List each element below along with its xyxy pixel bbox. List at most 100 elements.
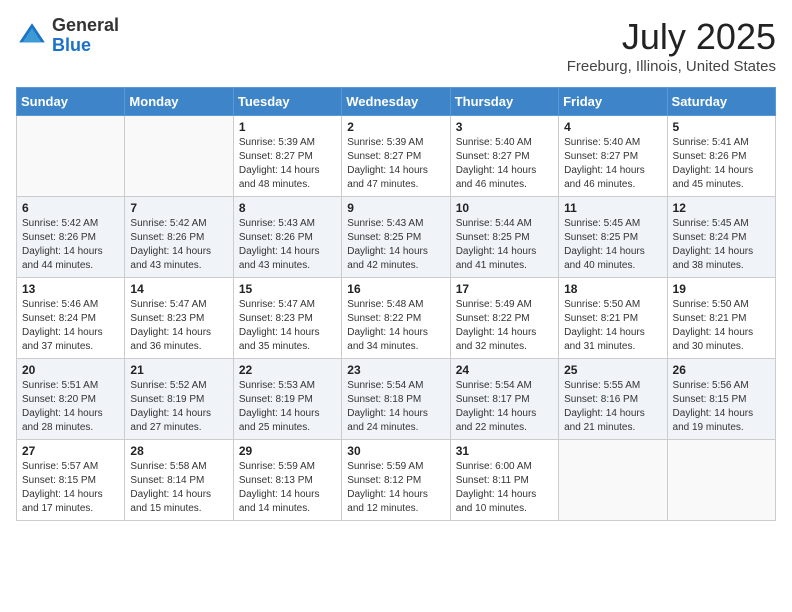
calendar-cell	[559, 440, 667, 521]
logo-text: General Blue	[52, 16, 119, 56]
week-row-5: 27 Sunrise: 5:57 AMSunset: 8:15 PMDayligh…	[17, 440, 776, 521]
day-number: 21	[130, 363, 227, 377]
day-info: Sunrise: 5:56 AMSunset: 8:15 PMDaylight:…	[673, 379, 770, 435]
day-number: 12	[673, 201, 770, 215]
calendar-cell: 2 Sunrise: 5:39 AMSunset: 8:27 PMDaylight…	[342, 116, 450, 197]
title-block: July 2025 Freeburg, Illinois, United Sta…	[567, 16, 776, 75]
weekday-header-tuesday: Tuesday	[233, 88, 341, 116]
calendar-table: SundayMondayTuesdayWednesdayThursdayFrid…	[16, 87, 776, 521]
calendar-cell: 19 Sunrise: 5:50 AMSunset: 8:21 PMDayligh…	[667, 278, 775, 359]
weekday-header-saturday: Saturday	[667, 88, 775, 116]
day-info: Sunrise: 5:46 AMSunset: 8:24 PMDaylight:…	[22, 298, 119, 354]
day-info: Sunrise: 5:40 AMSunset: 8:27 PMDaylight:…	[456, 136, 553, 192]
calendar-cell: 14 Sunrise: 5:47 AMSunset: 8:23 PMDayligh…	[125, 278, 233, 359]
day-info: Sunrise: 5:42 AMSunset: 8:26 PMDaylight:…	[22, 217, 119, 273]
day-info: Sunrise: 5:39 AMSunset: 8:27 PMDaylight:…	[347, 136, 444, 192]
day-info: Sunrise: 5:43 AMSunset: 8:26 PMDaylight:…	[239, 217, 336, 273]
weekday-header-wednesday: Wednesday	[342, 88, 450, 116]
day-number: 8	[239, 201, 336, 215]
day-info: Sunrise: 5:45 AMSunset: 8:24 PMDaylight:…	[673, 217, 770, 273]
location-title: Freeburg, Illinois, United States	[567, 58, 776, 75]
day-number: 16	[347, 282, 444, 296]
day-number: 6	[22, 201, 119, 215]
calendar-cell: 24 Sunrise: 5:54 AMSunset: 8:17 PMDayligh…	[450, 359, 558, 440]
day-info: Sunrise: 5:41 AMSunset: 8:26 PMDaylight:…	[673, 136, 770, 192]
calendar-cell: 22 Sunrise: 5:53 AMSunset: 8:19 PMDayligh…	[233, 359, 341, 440]
calendar-cell	[17, 116, 125, 197]
calendar-cell: 18 Sunrise: 5:50 AMSunset: 8:21 PMDayligh…	[559, 278, 667, 359]
day-number: 2	[347, 120, 444, 134]
calendar-cell: 11 Sunrise: 5:45 AMSunset: 8:25 PMDayligh…	[559, 197, 667, 278]
day-info: Sunrise: 5:50 AMSunset: 8:21 PMDaylight:…	[673, 298, 770, 354]
calendar-cell: 15 Sunrise: 5:47 AMSunset: 8:23 PMDayligh…	[233, 278, 341, 359]
calendar-cell: 1Sunrise: 5:39 AMSunset: 8:27 PMDaylight…	[233, 116, 341, 197]
calendar-cell: 25Sunrise: 5:55 AMSunset: 8:16 PMDayligh…	[559, 359, 667, 440]
day-number: 15	[239, 282, 336, 296]
day-info: Sunrise: 6:00 AMSunset: 8:11 PMDaylight:…	[456, 460, 553, 516]
day-info: Sunrise: 5:47 AMSunset: 8:23 PMDaylight:…	[239, 298, 336, 354]
week-row-3: 13 Sunrise: 5:46 AMSunset: 8:24 PMDayligh…	[17, 278, 776, 359]
day-info: Sunrise: 5:54 AMSunset: 8:18 PMDaylight:…	[347, 379, 444, 435]
day-number: 5	[673, 120, 770, 134]
day-info: Sunrise: 5:53 AMSunset: 8:19 PMDaylight:…	[239, 379, 336, 435]
calendar-cell: 6 Sunrise: 5:42 AMSunset: 8:26 PMDaylight…	[17, 197, 125, 278]
calendar-cell: 17 Sunrise: 5:49 AMSunset: 8:22 PMDayligh…	[450, 278, 558, 359]
day-number: 13	[22, 282, 119, 296]
month-title: July 2025	[567, 16, 776, 58]
logo-blue-text: Blue	[52, 35, 91, 55]
calendar-cell: 7Sunrise: 5:42 AMSunset: 8:26 PMDaylight…	[125, 197, 233, 278]
day-info: Sunrise: 5:45 AMSunset: 8:25 PMDaylight:…	[564, 217, 661, 273]
weekday-header-sunday: Sunday	[17, 88, 125, 116]
weekday-header-monday: Monday	[125, 88, 233, 116]
day-info: Sunrise: 5:51 AMSunset: 8:20 PMDaylight:…	[22, 379, 119, 435]
calendar-cell: 29Sunrise: 5:59 AMSunset: 8:13 PMDayligh…	[233, 440, 341, 521]
weekday-header-friday: Friday	[559, 88, 667, 116]
calendar-cell: 13 Sunrise: 5:46 AMSunset: 8:24 PMDayligh…	[17, 278, 125, 359]
day-number: 19	[673, 282, 770, 296]
day-number: 7	[130, 201, 227, 215]
logo: General Blue	[16, 16, 119, 56]
day-info: Sunrise: 5:43 AMSunset: 8:25 PMDaylight:…	[347, 217, 444, 273]
day-info: Sunrise: 5:57 AMSunset: 8:15 PMDaylight:…	[22, 460, 119, 516]
day-info: Sunrise: 5:49 AMSunset: 8:22 PMDaylight:…	[456, 298, 553, 354]
day-info: Sunrise: 5:48 AMSunset: 8:22 PMDaylight:…	[347, 298, 444, 354]
day-info: Sunrise: 5:47 AMSunset: 8:23 PMDaylight:…	[130, 298, 227, 354]
day-info: Sunrise: 5:40 AMSunset: 8:27 PMDaylight:…	[564, 136, 661, 192]
day-info: Sunrise: 5:54 AMSunset: 8:17 PMDaylight:…	[456, 379, 553, 435]
day-number: 27	[22, 444, 119, 458]
day-info: Sunrise: 5:50 AMSunset: 8:21 PMDaylight:…	[564, 298, 661, 354]
day-number: 4	[564, 120, 661, 134]
week-row-1: 1Sunrise: 5:39 AMSunset: 8:27 PMDaylight…	[17, 116, 776, 197]
weekday-header-thursday: Thursday	[450, 88, 558, 116]
day-number: 11	[564, 201, 661, 215]
day-info: Sunrise: 5:55 AMSunset: 8:16 PMDaylight:…	[564, 379, 661, 435]
logo-general-text: General	[52, 15, 119, 35]
day-number: 30	[347, 444, 444, 458]
calendar-cell: 5 Sunrise: 5:41 AMSunset: 8:26 PMDaylight…	[667, 116, 775, 197]
calendar-cell	[667, 440, 775, 521]
day-number: 14	[130, 282, 227, 296]
day-info: Sunrise: 5:44 AMSunset: 8:25 PMDaylight:…	[456, 217, 553, 273]
day-number: 17	[456, 282, 553, 296]
calendar-cell: 16 Sunrise: 5:48 AMSunset: 8:22 PMDayligh…	[342, 278, 450, 359]
day-number: 24	[456, 363, 553, 377]
day-info: Sunrise: 5:58 AMSunset: 8:14 PMDaylight:…	[130, 460, 227, 516]
calendar-cell: 4 Sunrise: 5:40 AMSunset: 8:27 PMDaylight…	[559, 116, 667, 197]
calendar-cell: 21 Sunrise: 5:52 AMSunset: 8:19 PMDayligh…	[125, 359, 233, 440]
day-number: 18	[564, 282, 661, 296]
day-info: Sunrise: 5:59 AMSunset: 8:13 PMDaylight:…	[239, 460, 336, 516]
week-row-2: 6 Sunrise: 5:42 AMSunset: 8:26 PMDaylight…	[17, 197, 776, 278]
day-number: 26	[673, 363, 770, 377]
day-info: Sunrise: 5:39 AMSunset: 8:27 PMDaylight:…	[239, 136, 336, 192]
calendar-cell: 8 Sunrise: 5:43 AMSunset: 8:26 PMDaylight…	[233, 197, 341, 278]
day-number: 22	[239, 363, 336, 377]
calendar-cell: 23 Sunrise: 5:54 AMSunset: 8:18 PMDayligh…	[342, 359, 450, 440]
week-row-4: 20Sunrise: 5:51 AMSunset: 8:20 PMDayligh…	[17, 359, 776, 440]
day-number: 28	[130, 444, 227, 458]
calendar-cell: 28 Sunrise: 5:58 AMSunset: 8:14 PMDayligh…	[125, 440, 233, 521]
logo-icon	[16, 20, 48, 52]
day-number: 23	[347, 363, 444, 377]
calendar-cell: 30Sunrise: 5:59 AMSunset: 8:12 PMDayligh…	[342, 440, 450, 521]
day-info: Sunrise: 5:52 AMSunset: 8:19 PMDaylight:…	[130, 379, 227, 435]
page-header: General Blue July 2025 Freeburg, Illinoi…	[16, 16, 776, 75]
